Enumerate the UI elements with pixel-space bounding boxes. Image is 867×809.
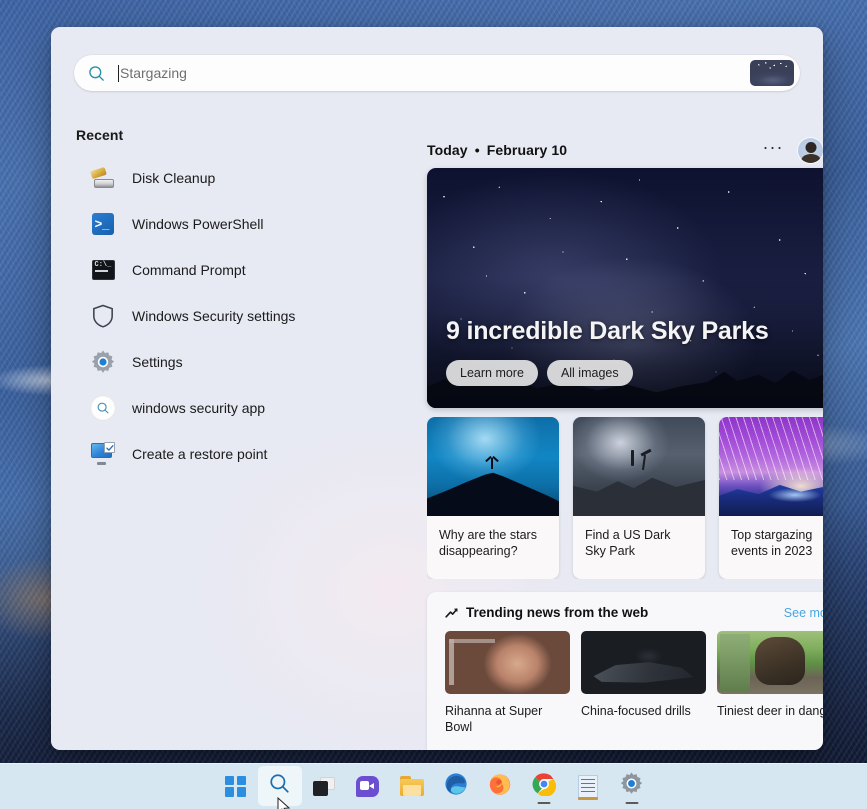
telescope-silhouette: [641, 454, 646, 471]
trending-header: Trending news from the web See more: [427, 592, 823, 620]
sidebar-item-label: Windows Security settings: [132, 308, 296, 324]
disk-cleanup-icon: [90, 165, 116, 191]
search-icon: [90, 395, 116, 421]
taskbar-item-chat[interactable]: [346, 766, 390, 806]
avatar-head: [805, 141, 816, 153]
trending-news-panel: Trending news from the web See more Riha…: [427, 592, 823, 750]
taskbar-item-start[interactable]: [214, 766, 258, 806]
mouse-cursor: [277, 797, 291, 809]
feed-separator: •: [474, 142, 480, 158]
see-more-link[interactable]: See more: [784, 606, 823, 620]
article-thumbnail: [573, 417, 705, 516]
meteor-streaks: [719, 417, 823, 481]
astronomer-silhouette: [631, 450, 635, 466]
powershell-icon: >_: [90, 211, 116, 237]
article-caption: Why are the stars disappearing?: [439, 528, 537, 558]
sidebar-item-settings[interactable]: Settings: [74, 339, 374, 385]
taskbar: [0, 763, 867, 809]
sidebar-item-label: Disk Cleanup: [132, 170, 216, 186]
edge-icon: [444, 772, 468, 801]
trending-up-arrow-icon: [445, 607, 459, 619]
article-card-row: Why are the stars disappearing? Find a U…: [427, 417, 823, 579]
news-thumbnail: [717, 631, 823, 694]
firefox-icon: [488, 772, 512, 801]
taskbar-item-task-view[interactable]: [302, 766, 346, 806]
trending-news-row: Rihanna at Super Bowl China-focused dril…: [427, 620, 823, 735]
restore-point-icon: [90, 441, 116, 467]
learn-more-button[interactable]: Learn more: [446, 360, 538, 386]
feed-today-label: Today: [427, 142, 468, 158]
article-caption: Find a US Dark Sky Park: [585, 528, 671, 558]
chrome-icon: [532, 772, 556, 801]
sidebar-item-label: Command Prompt: [132, 262, 246, 278]
feed-section: Today • February 10 ··· 9 incredible Dar…: [404, 27, 823, 750]
feed-date-label: February 10: [486, 142, 568, 158]
feed-header: Today • February 10 ···: [427, 135, 823, 165]
sidebar-item-label: Settings: [132, 354, 183, 370]
task-view-icon: [312, 776, 335, 796]
person-silhouette: [490, 458, 493, 469]
shield-icon: [90, 303, 116, 329]
taskbar-item-firefox[interactable]: [478, 766, 522, 806]
sidebar-item-command-prompt[interactable]: Command Prompt: [74, 247, 374, 293]
command-prompt-icon: [90, 257, 116, 283]
news-item[interactable]: China-focused drills: [581, 631, 706, 735]
news-caption: Tiniest deer in danger: [717, 704, 823, 718]
taskbar-item-edge[interactable]: [434, 766, 478, 806]
sidebar-item-disk-cleanup[interactable]: Disk Cleanup: [74, 155, 374, 201]
avatar[interactable]: [798, 137, 823, 163]
article-card[interactable]: Top stargazing events in 2023: [719, 417, 823, 579]
gear-icon: [620, 772, 643, 800]
search-icon: [268, 772, 291, 800]
article-caption: Top stargazing events in 2023: [731, 528, 813, 558]
news-thumbnail: [581, 631, 706, 694]
article-thumbnail: [719, 417, 823, 516]
folder-icon: [399, 776, 424, 796]
sidebar-item-label: windows security app: [132, 400, 266, 416]
news-caption: China-focused drills: [581, 704, 691, 718]
text-caret: [118, 64, 119, 82]
all-images-button[interactable]: All images: [546, 360, 633, 386]
taskbar-item-settings[interactable]: [610, 766, 654, 806]
running-indicator: [625, 801, 638, 804]
taskbar-item-chrome[interactable]: [522, 766, 566, 806]
running-indicator: [537, 801, 550, 804]
sidebar-item-label: Create a restore point: [132, 446, 268, 462]
hill-silhouette: [427, 472, 559, 516]
news-item[interactable]: Tiniest deer in danger: [717, 631, 823, 735]
recent-section: Recent Disk Cleanup >_ Windows PowerShel…: [74, 127, 374, 477]
hero-title: 9 incredible Dark Sky Parks: [446, 317, 769, 345]
article-card[interactable]: Why are the stars disappearing?: [427, 417, 559, 579]
sidebar-item-windows-security-settings[interactable]: Windows Security settings: [74, 293, 374, 339]
trending-title: Trending news from the web: [466, 605, 649, 620]
sidebar-item-label: Windows PowerShell: [132, 216, 264, 232]
taskbar-item-file-explorer[interactable]: [390, 766, 434, 806]
gear-icon: [90, 349, 116, 375]
teams-chat-icon: [356, 775, 379, 797]
recent-list: Disk Cleanup >_ Windows PowerShell Comma…: [74, 155, 374, 477]
hero-buttons: Learn more All images: [446, 360, 633, 386]
horizon-glow: [769, 488, 822, 502]
rock-silhouette: [573, 477, 705, 516]
article-thumbnail: [427, 417, 559, 516]
news-thumbnail: [445, 631, 570, 694]
news-item[interactable]: Rihanna at Super Bowl: [445, 631, 570, 735]
search-icon: [74, 64, 118, 83]
sidebar-item-windows-powershell[interactable]: >_ Windows PowerShell: [74, 201, 374, 247]
notepad-icon: [577, 774, 598, 800]
news-caption: Rihanna at Super Bowl: [445, 704, 543, 734]
article-card[interactable]: Find a US Dark Sky Park: [573, 417, 705, 579]
avatar-body: [801, 153, 820, 163]
more-options-icon[interactable]: ···: [759, 136, 787, 164]
windows-logo-icon: [225, 775, 246, 797]
sidebar-item-create-a-restore-point[interactable]: Create a restore point: [74, 431, 374, 477]
windows-search-panel: Stargazing Recent Disk Cleanup >_ Window…: [51, 27, 823, 750]
recent-heading: Recent: [76, 127, 124, 143]
search-placeholder: Stargazing: [120, 65, 187, 81]
sidebar-item-windows-security-app[interactable]: windows security app: [74, 385, 374, 431]
taskbar-item-notepad[interactable]: [566, 766, 610, 806]
hero-card[interactable]: 9 incredible Dark Sky Parks Learn more A…: [427, 168, 823, 408]
